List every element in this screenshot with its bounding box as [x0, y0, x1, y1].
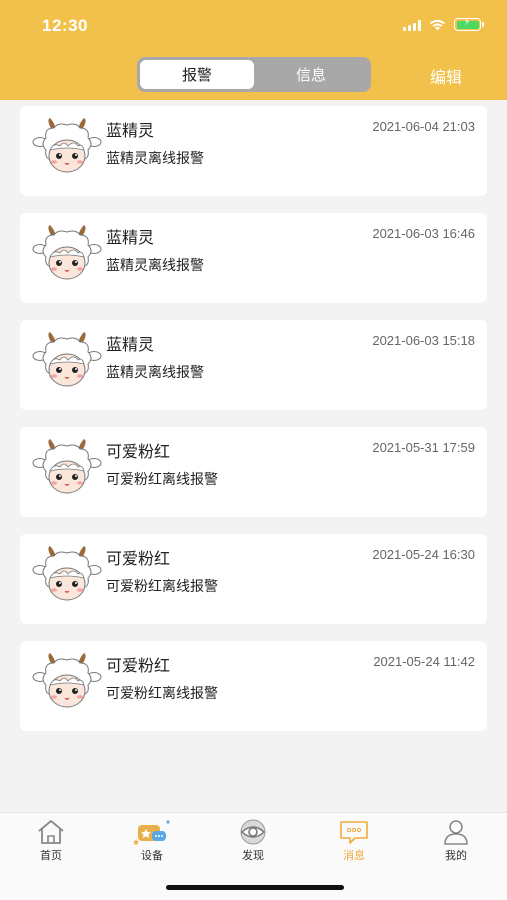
status-time: 12:30 — [42, 16, 88, 35]
edit-button[interactable]: 编辑 — [430, 64, 462, 88]
list-item[interactable]: 可爱粉红 2021-05-24 16:30 可爱粉红离线报警 — [20, 534, 487, 624]
alert-time: 2021-06-04 21:03 — [372, 119, 475, 134]
tab-profile-label: 我的 — [445, 849, 467, 862]
alert-message: 可爱粉红离线报警 — [106, 579, 218, 595]
sheep-avatar-icon — [32, 116, 102, 178]
tab-discover-label: 发现 — [242, 849, 264, 862]
tab-home-label: 首页 — [40, 849, 62, 862]
list-item[interactable]: 蓝精灵 2021-06-03 15:18 蓝精灵离线报警 — [20, 320, 487, 410]
sheep-avatar-icon — [32, 330, 102, 392]
sheep-avatar-icon — [32, 651, 102, 713]
alert-message: 蓝精灵离线报警 — [106, 151, 204, 167]
device-name: 蓝精灵 — [106, 335, 155, 354]
sheep-avatar-icon — [32, 437, 102, 499]
alert-list: 蓝精灵 2021-06-04 21:03 蓝精灵离线报警 蓝精灵 2021-06… — [20, 106, 487, 748]
alert-message: 蓝精灵离线报警 — [106, 258, 204, 274]
tab-device-label: 设备 — [141, 849, 163, 862]
message-icon — [340, 821, 368, 844]
sheep-avatar-icon — [32, 223, 102, 285]
header-bar: 12:30 报警 信息 编辑 — [0, 0, 507, 100]
tab-profile[interactable]: 我的 — [416, 819, 496, 863]
list-item[interactable]: 可爱粉红 2021-05-31 17:59 可爱粉红离线报警 — [20, 427, 487, 517]
home-indicator — [166, 885, 344, 890]
signal-icon — [403, 19, 421, 31]
tab-device[interactable]: 设备 — [112, 819, 192, 863]
tab-messages-label: 消息 — [343, 849, 365, 862]
list-item[interactable]: 蓝精灵 2021-06-03 16:46 蓝精灵离线报警 — [20, 213, 487, 303]
alert-time: 2021-06-03 15:18 — [372, 333, 475, 348]
device-name: 蓝精灵 — [106, 121, 155, 140]
device-name: 可爱粉红 — [106, 442, 171, 461]
device-icon — [133, 820, 170, 845]
wifi-icon — [430, 19, 445, 30]
tab-info[interactable]: 信息 — [254, 60, 368, 89]
alert-time: 2021-05-31 17:59 — [372, 440, 475, 455]
device-name: 可爱粉红 — [106, 656, 171, 675]
segment-control: 报警 信息 — [137, 57, 371, 92]
status-icons — [403, 17, 484, 31]
alert-message: 蓝精灵离线报警 — [106, 365, 204, 381]
device-name: 可爱粉红 — [106, 549, 171, 568]
list-item[interactable]: 可爱粉红 2021-05-24 11:42 可爱粉红离线报警 — [20, 641, 487, 731]
tab-alarm[interactable]: 报警 — [140, 60, 254, 89]
alert-time: 2021-05-24 16:30 — [372, 547, 475, 562]
device-name: 蓝精灵 — [106, 228, 155, 247]
person-icon — [444, 820, 468, 845]
alert-message: 可爱粉红离线报警 — [106, 686, 218, 702]
list-item[interactable]: 蓝精灵 2021-06-04 21:03 蓝精灵离线报警 — [20, 106, 487, 196]
home-icon — [38, 820, 64, 844]
tab-messages[interactable]: 消息 — [314, 819, 394, 863]
alert-time: 2021-05-24 11:42 — [373, 654, 475, 669]
battery-icon — [454, 17, 484, 31]
alert-message: 可爱粉红离线报警 — [106, 472, 218, 488]
sheep-avatar-icon — [32, 544, 102, 606]
eye-icon — [240, 819, 266, 845]
tab-home[interactable]: 首页 — [11, 819, 91, 863]
alert-time: 2021-06-03 16:46 — [372, 226, 475, 241]
tab-discover[interactable]: 发现 — [213, 819, 293, 863]
